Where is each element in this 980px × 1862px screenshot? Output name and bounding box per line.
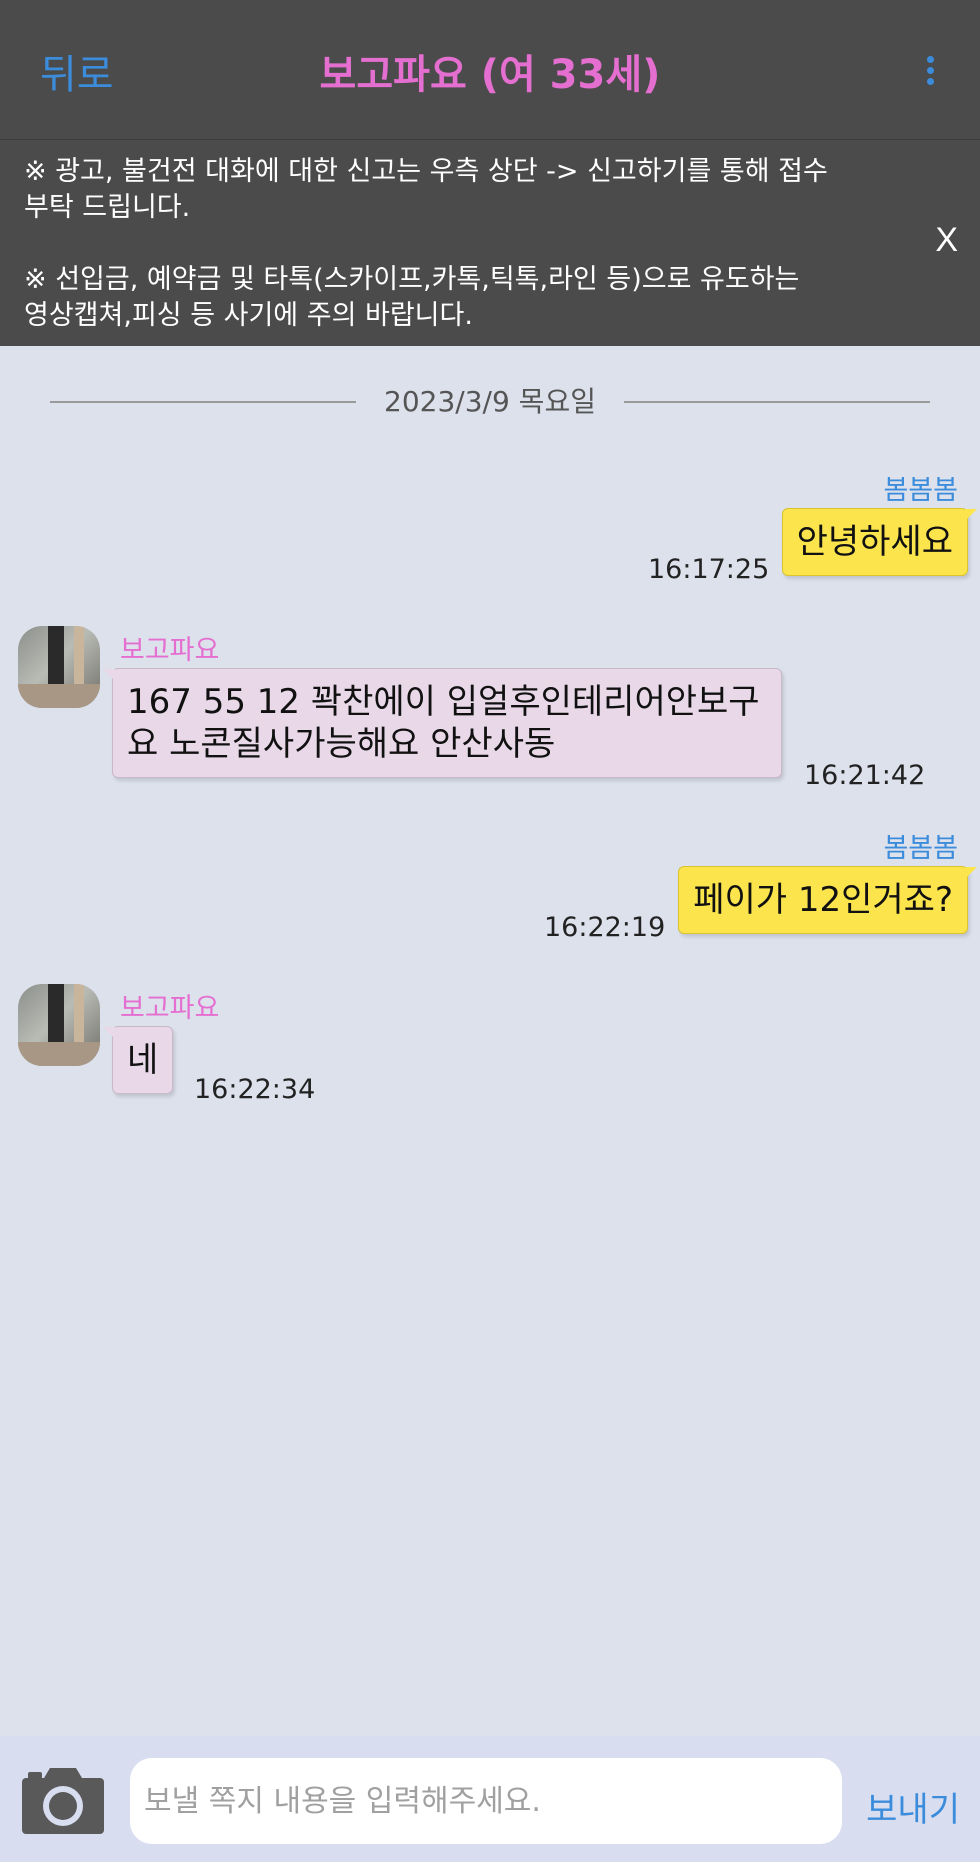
- notice-line: ※ 선입금, 예약금 및 타톡(스카이프,카톡,틱톡,라인 등)으로 유도하는: [24, 264, 800, 295]
- message-composer: 보내기: [0, 1736, 980, 1862]
- warning-notice: ※ 광고, 불건전 대화에 대한 신고는 우측 상단 -> 신고하기를 통해 접…: [0, 140, 980, 346]
- notice-line: ※ 광고, 불건전 대화에 대한 신고는 우측 상단 -> 신고하기를 통해 접…: [24, 156, 828, 187]
- message-text: 네: [127, 1040, 159, 1080]
- message-text: 페이가 12인거죠?: [693, 880, 953, 920]
- divider: [624, 401, 930, 403]
- message-input[interactable]: [130, 1758, 842, 1844]
- avatar[interactable]: [18, 626, 100, 708]
- chat-title: 보고파요 (여 33세): [319, 52, 661, 98]
- message-time: 16:22:19: [544, 912, 666, 943]
- message-sender: 봄봄봄: [883, 475, 958, 506]
- camera-icon[interactable]: [20, 1764, 106, 1836]
- avatar[interactable]: [18, 984, 100, 1066]
- notice-line: 부탁 드립니다.: [24, 192, 191, 223]
- more-vertical-icon[interactable]: [926, 56, 936, 86]
- message-text: 167 55 12 꽉찬에이 입얼후인테리어안보구: [127, 682, 760, 722]
- notice-close-button[interactable]: X: [935, 222, 958, 258]
- send-button[interactable]: 보내기: [866, 1782, 960, 1831]
- message-text: 요 노콘질사가능해요 안산사동: [127, 724, 556, 764]
- message-time: 16:22:34: [194, 1074, 316, 1105]
- message-sender: 봄봄봄: [883, 833, 958, 864]
- date-separator: 2023/3/9 목요일: [50, 384, 930, 420]
- their-message-bubble[interactable]: 167 55 12 꽉찬에이 입얼후인테리어안보구 요 노콘질사가능해요 안산사…: [103, 668, 782, 778]
- message-sender: 보고파요: [120, 635, 220, 666]
- message-time: 16:21:42: [804, 760, 926, 791]
- their-message-bubble[interactable]: 네: [102, 1026, 174, 1094]
- my-message-bubble[interactable]: 안녕하세요: [781, 508, 978, 576]
- message-text: 안녕하세요: [796, 522, 953, 562]
- message-sender: 보고파요: [120, 993, 220, 1024]
- chat-header: 뒤로 보고파요 (여 33세): [0, 0, 980, 140]
- my-message-bubble[interactable]: 페이가 12인거죠?: [678, 866, 977, 934]
- message-time: 16:17:25: [648, 554, 770, 585]
- notice-line: 영상캡쳐,피싱 등 사기에 주의 바랍니다.: [24, 300, 473, 331]
